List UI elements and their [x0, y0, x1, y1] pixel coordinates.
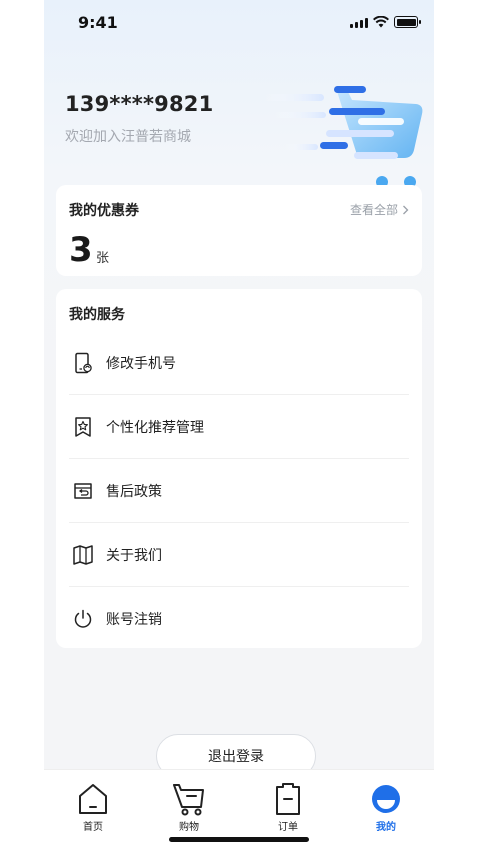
app-screen: 9:41 139****9821 欢迎加入汪普若商城 我的优惠券 查看全部 3 … — [44, 0, 434, 850]
home-indicator — [169, 837, 309, 842]
chevron-right-icon — [403, 205, 409, 214]
service-item-after-sales[interactable]: 售后政策 — [56, 459, 422, 523]
status-icons — [350, 16, 421, 28]
wifi-icon — [373, 16, 389, 28]
profile-icon — [372, 785, 400, 813]
battery-icon — [394, 16, 421, 28]
tab-label: 首页 — [83, 822, 103, 833]
tab-label: 我的 — [376, 822, 396, 833]
service-item-about-us[interactable]: 关于我们 — [56, 523, 422, 587]
service-label: 个性化推荐管理 — [106, 420, 204, 436]
service-label: 关于我们 — [106, 548, 162, 564]
star-badge-icon — [75, 417, 91, 437]
view-all-label: 查看全部 — [349, 203, 398, 217]
order-icon — [276, 783, 300, 815]
service-item-deactivate-account[interactable]: 账号注销 — [56, 587, 422, 651]
welcome-text: 欢迎加入汪普若商城 — [65, 129, 191, 145]
service-label: 售后政策 — [106, 484, 162, 500]
services-list: 修改手机号 个性化推荐管理 售后政策 关于我们 账号注销 — [56, 331, 422, 651]
service-label: 修改手机号 — [106, 356, 176, 372]
power-icon — [74, 609, 92, 628]
service-item-change-phone[interactable]: 修改手机号 — [56, 331, 422, 395]
coupon-unit: 张 — [96, 251, 110, 266]
tab-profile[interactable]: 我的 — [356, 782, 416, 834]
services-title: 我的服务 — [69, 307, 125, 323]
home-icon — [79, 784, 107, 814]
shopping-cart-illustration — [264, 86, 423, 188]
status-bar: 9:41 — [44, 0, 434, 46]
service-label: 账号注销 — [106, 612, 162, 628]
service-item-recommendation[interactable]: 个性化推荐管理 — [56, 395, 422, 459]
tab-label: 购物 — [179, 822, 199, 833]
tab-shopping[interactable]: 购物 — [159, 782, 219, 834]
tab-label: 订单 — [278, 822, 298, 833]
coupon-card[interactable]: 我的优惠券 查看全部 3 张 — [56, 185, 422, 276]
bottom-tab-bar: 首页 购物 订单 我的 — [44, 769, 434, 850]
return-box-icon — [74, 483, 92, 499]
map-icon — [73, 545, 93, 565]
tab-orders[interactable]: 订单 — [258, 782, 318, 834]
coupon-count: 3 — [69, 230, 93, 270]
user-phone-number: 139****9821 — [65, 92, 214, 116]
cart-icon — [173, 784, 204, 816]
phone-refresh-icon — [75, 352, 92, 374]
tab-home[interactable]: 首页 — [63, 782, 123, 834]
coupon-title: 我的优惠券 — [69, 203, 139, 219]
signal-icon — [350, 18, 368, 28]
status-time: 9:41 — [78, 13, 118, 32]
services-card: 我的服务 修改手机号 个性化推荐管理 售后政策 关于我们 账号注销 — [56, 289, 422, 648]
view-all-coupons-link[interactable]: 查看全部 — [350, 201, 409, 218]
